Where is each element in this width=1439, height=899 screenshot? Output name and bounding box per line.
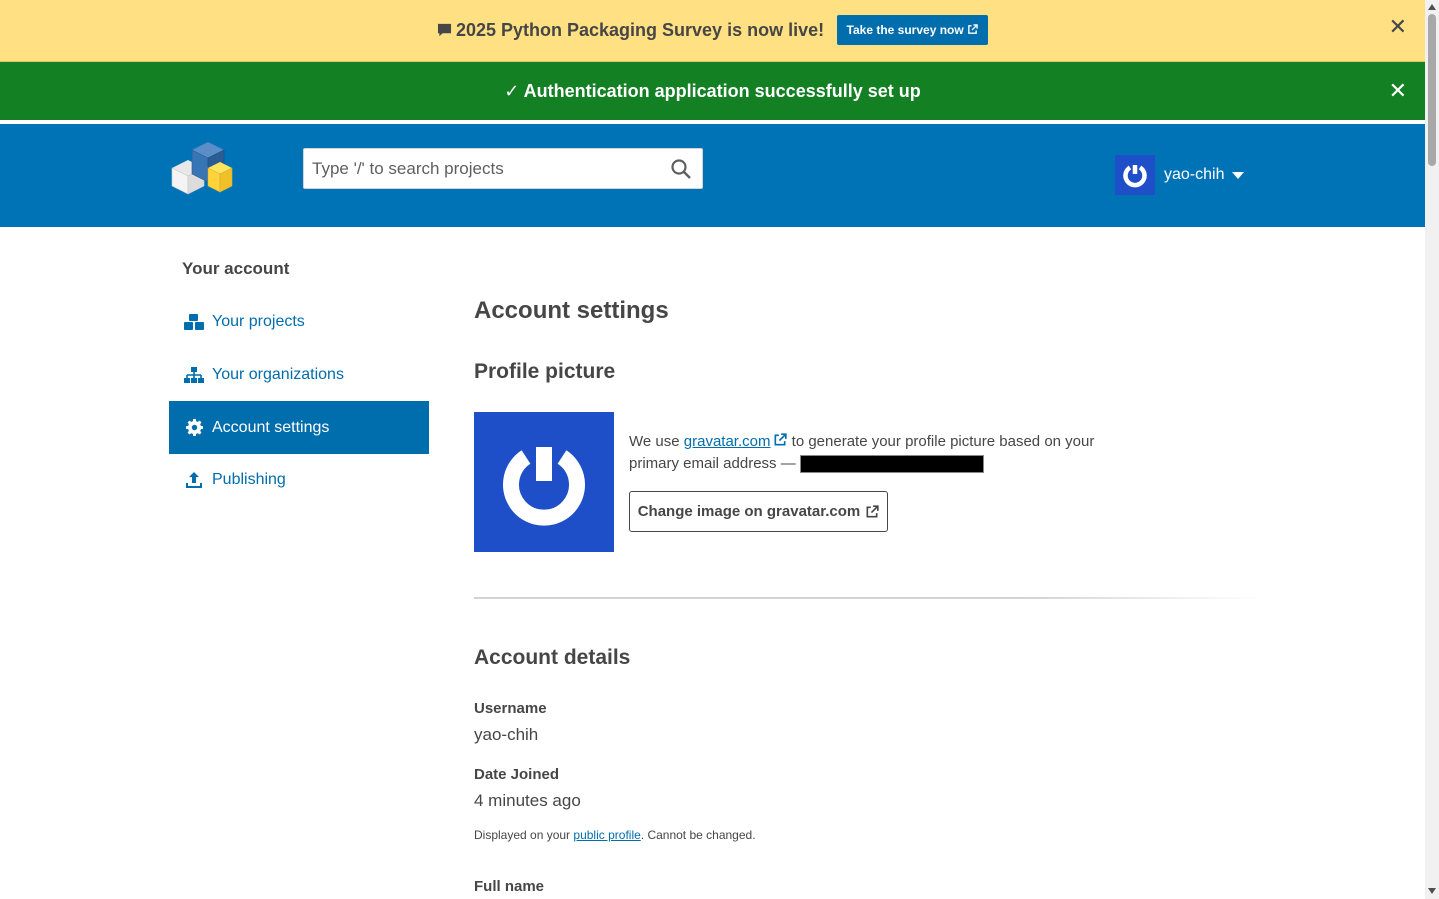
sidebar-item-your-organizations[interactable]: Your organizations <box>169 348 429 401</box>
survey-text-wrap: 2025 Python Packaging Survey is now live… <box>437 20 824 41</box>
take-survey-button[interactable]: Take the survey now <box>836 15 989 45</box>
account-details-heading: Account details <box>474 646 631 669</box>
scroll-up-arrow-icon[interactable] <box>1428 4 1436 10</box>
sitemap-icon <box>183 365 205 385</box>
close-success-button[interactable]: ✕ <box>1389 80 1407 102</box>
comment-icon <box>437 23 451 36</box>
change-image-button[interactable]: Change image on gravatar.com <box>629 491 888 532</box>
username-value: yao-chih <box>474 725 539 744</box>
page: 2025 Python Packaging Survey is now live… <box>0 0 1425 899</box>
sidebar-title: Your account <box>182 259 290 278</box>
gravatar-description: We use gravatar.com to generate your pro… <box>629 431 1109 475</box>
scrollbar[interactable] <box>1425 0 1439 899</box>
profile-picture-heading: Profile picture <box>474 360 616 383</box>
search-box <box>303 148 703 189</box>
sidebar-item-account-settings[interactable]: Account settings <box>169 401 429 454</box>
username-label: Username <box>474 700 547 717</box>
page-title: Account settings <box>474 297 669 324</box>
site-header: yao-chih <box>0 122 1425 227</box>
date-joined-note: Displayed on your public profile. Cannot… <box>474 828 756 842</box>
section-divider <box>474 597 1264 599</box>
sidebar-item-label: Account settings <box>212 418 330 436</box>
survey-banner: 2025 Python Packaging Survey is now live… <box>0 0 1425 62</box>
full-name-label: Full name <box>474 878 545 895</box>
sidebar-item-publishing[interactable]: Publishing <box>169 453 429 506</box>
username: yao-chih <box>1164 166 1225 183</box>
scrollbar-thumb[interactable] <box>1428 14 1436 166</box>
external-link-icon <box>775 433 788 446</box>
note-text-before: Displayed on your <box>474 828 571 842</box>
sidebar-item-label: Publishing <box>212 470 286 488</box>
take-survey-label: Take the survey now <box>846 23 964 37</box>
external-link-icon <box>968 24 978 34</box>
user-menu[interactable]: yao-chih <box>1115 154 1245 196</box>
gear-icon <box>183 418 205 438</box>
external-link-icon <box>866 504 879 517</box>
cubes-icon <box>183 312 205 332</box>
redacted-email <box>799 455 984 474</box>
chevron-down-icon <box>1232 171 1245 179</box>
search-input[interactable] <box>304 149 664 188</box>
gravatar-text-before: We use <box>629 433 680 450</box>
gravatar-link[interactable]: gravatar.com <box>684 433 771 450</box>
sidebar-item-your-projects[interactable]: Your projects <box>169 295 429 348</box>
pypi-logo-icon[interactable] <box>168 138 234 196</box>
sidebar-item-label: Your organizations <box>212 365 344 383</box>
date-joined-label: Date Joined <box>474 766 560 783</box>
date-joined-value: 4 minutes ago <box>474 791 581 810</box>
profile-picture <box>474 412 614 552</box>
change-image-label: Change image on gravatar.com <box>637 503 861 520</box>
scroll-down-arrow-icon[interactable] <box>1428 888 1436 894</box>
public-profile-link[interactable]: public profile <box>573 828 640 842</box>
gravatar-icon <box>1123 165 1147 188</box>
search-icon[interactable] <box>670 158 692 180</box>
note-text-after: . Cannot be changed. <box>640 828 756 842</box>
avatar <box>1115 155 1155 195</box>
sidebar-item-label: Your projects <box>212 312 305 330</box>
gravatar-icon <box>503 447 585 526</box>
success-banner: ✓ Authentication application successfull… <box>0 62 1425 120</box>
close-survey-button[interactable]: ✕ <box>1389 16 1407 38</box>
upload-icon <box>183 470 205 490</box>
success-text: ✓ Authentication application successfull… <box>504 81 921 101</box>
survey-text: 2025 Python Packaging Survey is now live… <box>455 19 825 40</box>
